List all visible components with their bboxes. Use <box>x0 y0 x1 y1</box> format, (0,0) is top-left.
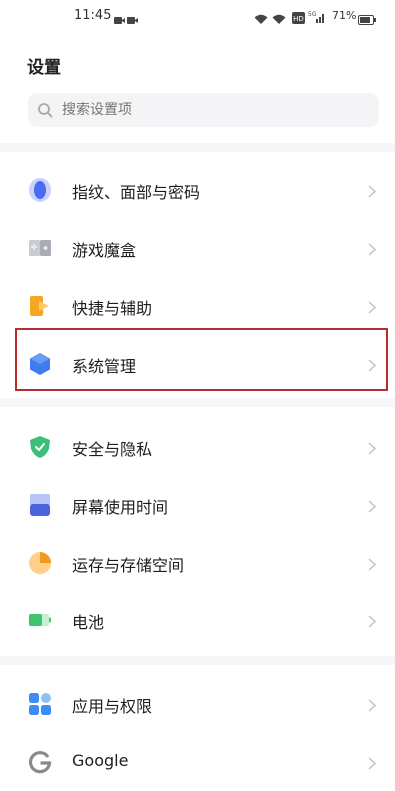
chevron-right-icon <box>368 556 377 571</box>
chevron-right-icon <box>368 299 377 314</box>
settings-item-label: 系统管理 <box>72 357 137 376</box>
settings-item-label: 快捷与辅助 <box>72 299 153 318</box>
video-record-icon <box>114 11 138 30</box>
wifi-icon <box>272 10 286 29</box>
settings-item-label: Google <box>72 751 129 770</box>
game-box-icon <box>28 236 52 260</box>
settings-item-label: 运存与存储空间 <box>72 556 185 575</box>
settings-item-apps-permissions[interactable]: 应用与权限 <box>0 675 395 733</box>
section-divider <box>0 398 395 407</box>
apps-grid-icon <box>28 692 52 716</box>
storage-pie-icon <box>28 551 52 575</box>
wifi-icon <box>254 10 268 29</box>
search-bar[interactable] <box>28 93 379 127</box>
settings-item-label: 指纹、面部与密码 <box>72 183 201 202</box>
status-time: 11:45 <box>74 8 112 23</box>
settings-item-google[interactable]: Google <box>0 733 395 791</box>
battery-icon <box>358 10 376 29</box>
search-input[interactable] <box>62 93 362 127</box>
section-divider <box>0 656 395 665</box>
shortcut-assist-icon <box>28 294 52 318</box>
chevron-right-icon <box>368 613 377 628</box>
settings-item-game-box[interactable]: 游戏魔盒 <box>0 219 395 277</box>
settings-item-screen-time[interactable]: 屏幕使用时间 <box>0 476 395 534</box>
system-management-icon <box>28 352 52 376</box>
settings-item-label: 屏幕使用时间 <box>72 498 169 517</box>
chevron-right-icon <box>368 183 377 198</box>
settings-item-ram-storage[interactable]: 运存与存储空间 <box>0 534 395 592</box>
chevron-right-icon <box>368 357 377 372</box>
chevron-right-icon <box>368 440 377 455</box>
settings-item-system-management[interactable]: 系统管理 <box>0 335 395 393</box>
chevron-right-icon <box>368 241 377 256</box>
search-icon <box>37 102 53 122</box>
svg-text:5G: 5G <box>308 11 317 18</box>
settings-item-label: 游戏魔盒 <box>72 241 137 260</box>
battery-icon <box>28 608 52 632</box>
screen-time-icon <box>28 493 52 517</box>
settings-item-battery[interactable]: 电池 <box>0 591 395 649</box>
status-bar: 11:45 HD 5G 71% <box>0 0 395 32</box>
settings-item-fingerprint-face-password[interactable]: 指纹、面部与密码 <box>0 161 395 219</box>
settings-item-shortcuts-accessibility[interactable]: 快捷与辅助 <box>0 277 395 335</box>
svg-text:HD: HD <box>293 15 304 23</box>
settings-item-label: 应用与权限 <box>72 697 153 716</box>
google-icon <box>28 750 52 774</box>
settings-item-security-privacy[interactable]: 安全与隐私 <box>0 418 395 476</box>
shield-icon <box>28 435 52 459</box>
signal-5g-icon: 5G <box>308 8 326 27</box>
chevron-right-icon <box>368 498 377 513</box>
chevron-right-icon <box>368 755 377 770</box>
fingerprint-icon <box>28 178 52 202</box>
settings-item-label: 电池 <box>72 613 105 632</box>
chevron-right-icon <box>368 697 377 712</box>
hd-icon: HD <box>292 9 305 28</box>
settings-item-label: 安全与隐私 <box>72 440 153 459</box>
battery-percent: 71% <box>332 9 357 22</box>
section-divider <box>0 143 395 152</box>
page-title: 设置 <box>27 58 61 78</box>
